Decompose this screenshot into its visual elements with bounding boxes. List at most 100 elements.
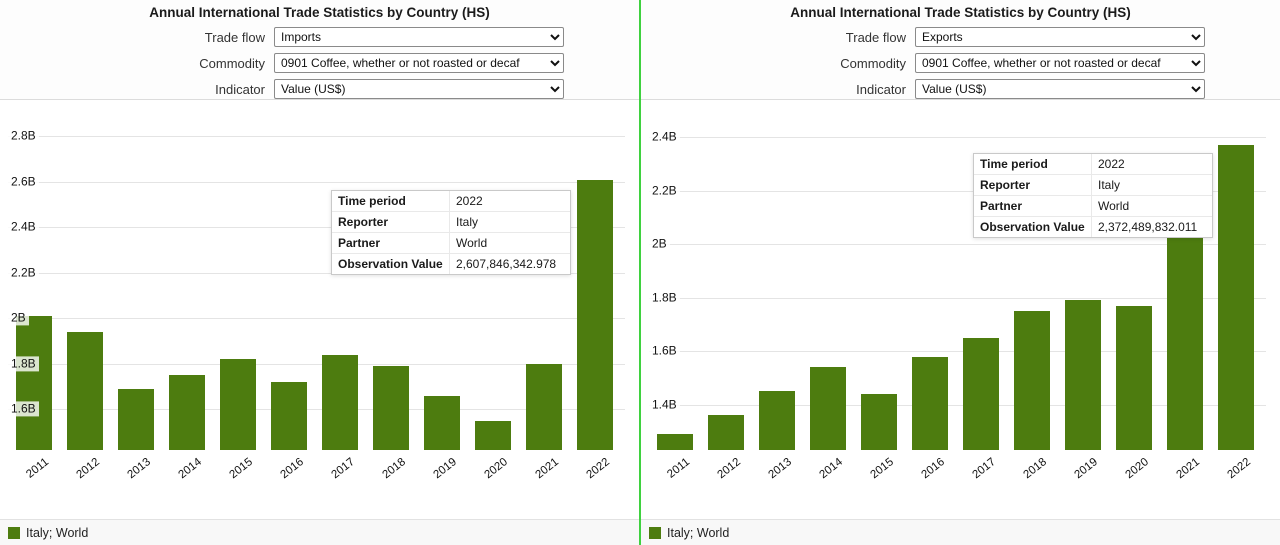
trade-flow-row: Trade flow Imports [0,27,639,47]
y-axis-tick: 2.4B [649,129,680,145]
y-axis-tick: 1.8B [649,290,680,306]
chart-legend[interactable]: Italy; World [0,519,639,545]
bar-2017[interactable] [321,354,358,450]
x-axis-label-text: 2012 [74,456,102,482]
chart-tooltip: Time period 2022 Reporter Italy Partner … [331,190,571,275]
tooltip-field-label: Reporter [974,175,1092,195]
imports-plot-area: 2011 2012 2013 2014 2015 2016 2017 2018 2019 2020… [0,100,639,481]
bar-2021[interactable] [1166,236,1203,450]
tooltip-field-label: Partner [974,196,1092,216]
x-axis-label-text: 2011 [665,456,692,481]
bar-2019[interactable] [423,395,460,450]
tooltip-field-value: World [1098,199,1130,213]
bar-2015[interactable] [219,359,256,450]
bar-2014[interactable] [168,375,205,450]
x-axis-label-text: 2018 [1021,456,1049,482]
x-axis-label-text: 2015 [868,456,896,482]
indicator-select[interactable]: Value (US$) [274,79,564,99]
panel-exports: Annual International Trade Statistics by… [641,0,1280,545]
y-axis-tick: 2.8B [8,128,39,144]
tooltip-field-value: Italy [1098,178,1121,192]
tooltip-field-value: 2,607,846,342.978 [456,257,557,271]
bar-2011[interactable] [15,315,52,450]
bar-2019[interactable] [1064,300,1101,450]
x-axis-label-text: 2020 [1123,456,1151,482]
bar-2018[interactable] [1013,311,1050,450]
x-axis-label-text: 2012 [715,456,743,482]
tooltip-field-value: 2,372,489,832.011 [1098,220,1198,234]
commodity-select[interactable]: 0901 Coffee, whether or not roasted or d… [274,53,564,73]
exports-header: Annual International Trade Statistics by… [641,0,1280,100]
bar-2022[interactable] [576,180,613,450]
bar-2017[interactable] [962,337,999,450]
tooltip-row: Partner World [332,233,570,254]
indicator-label: Indicator [856,81,906,97]
y-axis-tick: 2.6B [8,174,39,190]
y-axis-tick: 2.2B [8,265,39,281]
commodity-row: Commodity 0901 Coffee, whether or not ro… [0,53,639,73]
y-axis-tick: 1.4B [649,397,680,413]
x-axis-label-text: 2011 [24,456,51,481]
commodity-select[interactable]: 0901 Coffee, whether or not roasted or d… [915,53,1205,73]
legend-label: Italy; World [26,525,89,540]
chart-legend[interactable]: Italy; World [641,519,1280,545]
legend-swatch [649,526,661,539]
chart-tooltip: Time period 2022 Reporter Italy Partner … [973,153,1213,238]
gridline [8,181,625,183]
indicator-select[interactable]: Value (US$) [915,79,1205,99]
tooltip-field-label: Time period [332,191,450,211]
y-axis-tick: 2.2B [649,183,680,199]
gridline [8,318,625,320]
bar-2020[interactable] [474,420,511,450]
bar-2013[interactable] [758,391,795,450]
y-axis-tick: 1.6B [8,401,39,417]
x-axis-label-text: 2017 [329,456,357,482]
x-axis-label-text: 2015 [227,456,255,482]
tooltip-field-value: 2022 [456,194,483,208]
tooltip-field-label: Reporter [332,212,450,232]
indicator-label: Indicator [215,81,265,97]
indicator-row: Indicator Value (US$) [641,79,1280,99]
trade-flow-select[interactable]: Imports [274,27,564,47]
x-axis-label-text: 2019 [1072,456,1100,482]
bar-2013[interactable] [117,388,154,450]
tooltip-field-label: Partner [332,233,450,253]
tooltip-row: Reporter Italy [332,212,570,233]
x-axis-label-text: 2019 [431,456,459,482]
trade-flow-row: Trade flow Exports [641,27,1280,47]
bar-2011[interactable] [656,434,693,450]
bar-2016[interactable] [911,356,948,450]
x-axis-label-text: 2016 [278,456,306,482]
tooltip-row: Reporter Italy [974,175,1212,196]
page-title: Annual International Trade Statistics by… [149,5,490,20]
tooltip-row: Observation Value 2,372,489,832.011 [974,217,1212,237]
legend-swatch [8,526,20,539]
panel-imports: Annual International Trade Statistics by… [0,0,639,545]
bar-2012[interactable] [707,415,744,450]
tooltip-row: Time period 2022 [974,154,1212,175]
x-axis-label-text: 2022 [1225,456,1253,482]
commodity-label: Commodity [840,55,906,71]
bar-2014[interactable] [809,367,846,450]
bar-2018[interactable] [372,365,409,450]
bar-2022[interactable] [1217,144,1254,450]
bar-2020[interactable] [1115,305,1152,450]
indicator-row: Indicator Value (US$) [0,79,639,99]
bar-2021[interactable] [525,363,562,450]
x-axis-label-text: 2021 [533,456,561,482]
x-axis-label-text: 2021 [1174,456,1202,482]
gridline [8,136,625,138]
gridline [649,137,1266,139]
trade-flow-select[interactable]: Exports [915,27,1205,47]
bar-2016[interactable] [270,381,307,450]
imports-header: Annual International Trade Statistics by… [0,0,639,100]
bar-2012[interactable] [66,331,103,450]
x-axis-label-text: 2014 [817,456,845,482]
x-axis-label-text: 2013 [125,456,153,482]
x-axis-label-text: 2022 [584,456,612,482]
bar-2015[interactable] [860,393,897,450]
page-title: Annual International Trade Statistics by… [790,5,1131,20]
trade-flow-label: Trade flow [204,29,265,45]
tooltip-field-label: Observation Value [332,254,450,274]
y-axis-tick: 2B [8,310,29,326]
